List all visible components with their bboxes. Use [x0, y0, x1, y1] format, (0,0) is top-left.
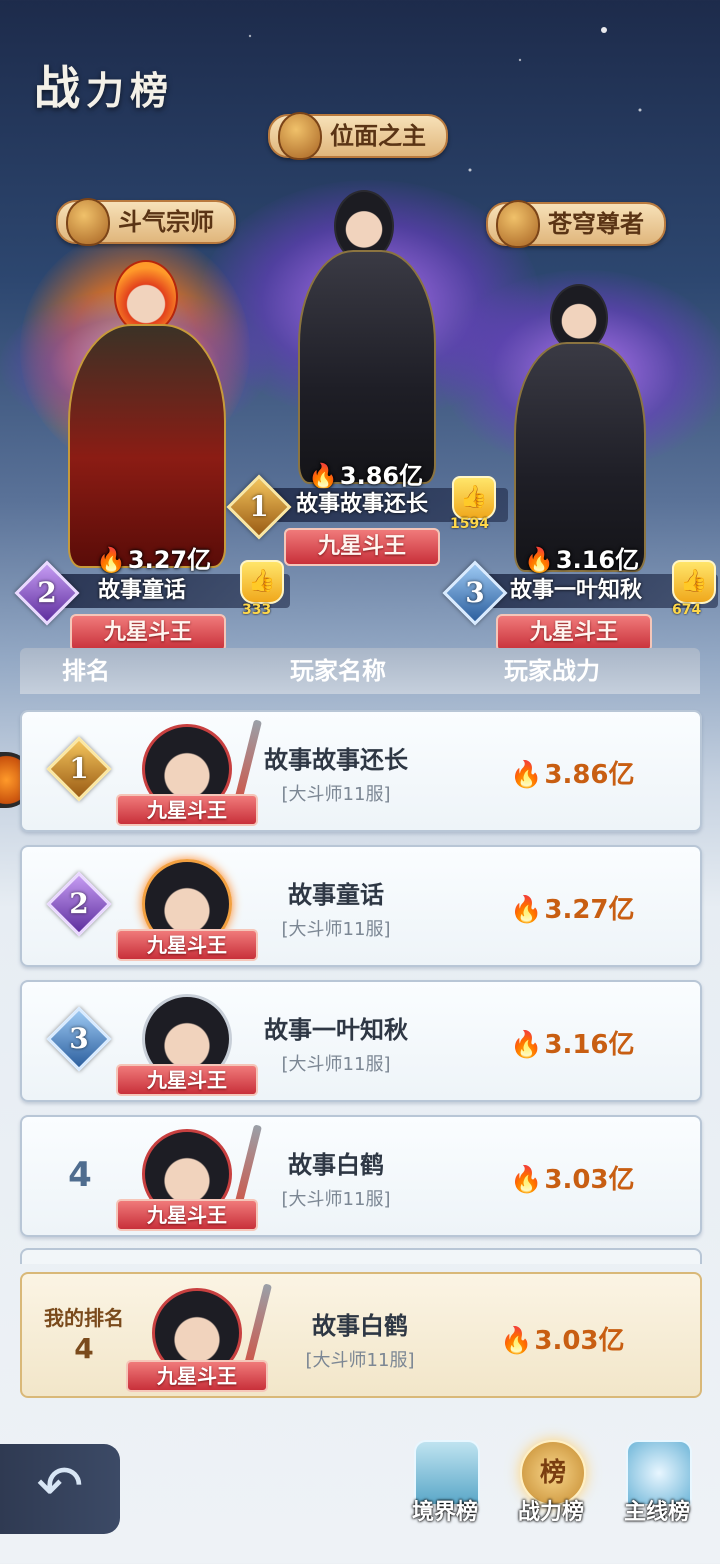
tab-power-rank[interactable]: 榜 战力榜: [506, 1440, 596, 1536]
thumbs-up-icon[interactable]: 👍: [240, 560, 284, 604]
rank-number: 4: [68, 1155, 92, 1195]
flame-icon: 🔥: [96, 546, 126, 574]
ranking-table-header: 排名 玩家名称 玩家战力: [20, 648, 700, 694]
flame-icon: 🔥: [510, 1165, 543, 1195]
rank2-badge-icon: 2: [14, 560, 80, 626]
rank3-character[interactable]: [508, 284, 648, 574]
player-server: [大斗师11服]: [281, 1054, 391, 1075]
player-name: 故事童话: [288, 881, 384, 909]
rank3-power: 🔥3.16亿: [524, 546, 640, 574]
table-row[interactable]: 2 九星斗王 故事童话 [大斗师11服] 🔥3.27亿: [20, 845, 702, 967]
rank-blue-icon: 3: [46, 1006, 112, 1072]
my-rank-label: 我的排名: [44, 1306, 124, 1330]
header-power: 玩家战力: [504, 657, 600, 685]
rank1-power: 🔥3.86亿: [308, 462, 424, 490]
player-server: [大斗师11服]: [281, 784, 391, 805]
tab-label: 境界榜: [411, 1499, 478, 1525]
player-power: 🔥3.16亿: [510, 1030, 635, 1060]
rank3-likes: 674: [672, 602, 702, 618]
table-row[interactable]: 1 九星斗王 故事故事还长 [大斗师11服] 🔥3.86亿: [20, 710, 702, 832]
player-power: 🔥3.86亿: [510, 760, 635, 790]
rank1-likes: 1594: [450, 516, 489, 532]
rank2-robe: [68, 324, 226, 568]
player-server: [大斗师11服]: [281, 1189, 391, 1210]
row-title-badge: 九星斗王: [116, 1199, 258, 1231]
gourd-icon: [278, 112, 322, 160]
flame-icon: 🔥: [308, 462, 338, 490]
player-power: 🔥3.27亿: [510, 895, 635, 925]
rank-purple-icon: 2: [46, 871, 112, 937]
gourd-icon: [66, 198, 110, 246]
rank1-character[interactable]: [290, 190, 440, 490]
header-name: 玩家名称: [290, 657, 386, 685]
my-player-name: 故事白鹤: [312, 1312, 408, 1340]
table-row[interactable]: 4 九星斗王 故事白鹤 [大斗师11服] 🔥3.03亿: [20, 1115, 702, 1237]
page-title: 战力榜: [34, 61, 175, 115]
flame-icon: 🔥: [510, 760, 543, 790]
flame-icon: 🔥: [510, 1030, 543, 1060]
flame-icon: 🔥: [500, 1326, 533, 1356]
rank3-robe: [514, 342, 646, 572]
player-server: [大斗师11服]: [281, 919, 391, 940]
rank1-robe: [298, 250, 436, 484]
my-player-server: [大斗师11服]: [305, 1350, 415, 1371]
rank2-character[interactable]: [60, 260, 230, 570]
my-rank-number: 4: [74, 1332, 94, 1365]
player-name: 故事白鹤: [288, 1151, 384, 1179]
rank2-honor-banner: 斗气宗师: [56, 198, 236, 246]
tab-main-quest-rank[interactable]: 主线榜: [612, 1440, 702, 1536]
flame-icon: 🔥: [510, 895, 543, 925]
rank1-honor-banner: 位面之主: [268, 112, 448, 160]
rank2-power: 🔥3.27亿: [96, 546, 212, 574]
rank-gold-icon: 1: [46, 736, 112, 802]
rank1-title-badge: 九星斗王: [284, 528, 440, 566]
tab-label: 主线榜: [623, 1499, 690, 1525]
table-row-partial: [20, 1248, 702, 1264]
thumbs-up-icon[interactable]: 👍: [672, 560, 716, 604]
gourd-icon: [496, 200, 540, 248]
my-title-badge: 九星斗王: [126, 1360, 268, 1392]
player-name: 故事故事还长: [264, 746, 408, 774]
row-title-badge: 九星斗王: [116, 1064, 258, 1096]
table-row[interactable]: 3 九星斗王 故事一叶知秋 [大斗师11服] 🔥3.16亿: [20, 980, 702, 1102]
my-rank-row[interactable]: 我的排名 4 九星斗王 故事白鹤 [大斗师11服] 🔥3.03亿: [20, 1272, 702, 1398]
flame-icon: 🔥: [524, 546, 554, 574]
player-name: 故事一叶知秋: [264, 1016, 408, 1044]
rank3-honor-banner: 苍穹尊者: [486, 200, 666, 248]
row-title-badge: 九星斗王: [116, 794, 258, 826]
my-player-power: 🔥3.03亿: [500, 1326, 625, 1356]
header-rank: 排名: [62, 657, 110, 685]
rank3-title-badge: 九星斗王: [496, 614, 652, 652]
tab-label: 战力榜: [517, 1499, 584, 1525]
back-arrow-icon: ↶: [36, 1454, 84, 1519]
thumbs-up-icon[interactable]: 👍: [452, 476, 496, 520]
rank2-likes: 333: [242, 602, 272, 618]
rank2-head: [114, 260, 178, 334]
row-title-badge: 九星斗王: [116, 929, 258, 961]
rank2-title-badge: 九星斗王: [70, 614, 226, 652]
player-power: 🔥3.03亿: [510, 1165, 635, 1195]
rank1-badge-icon: 1: [226, 474, 292, 540]
back-button[interactable]: ↶: [0, 1444, 120, 1534]
tab-realm-rank[interactable]: 境界榜: [400, 1440, 490, 1536]
